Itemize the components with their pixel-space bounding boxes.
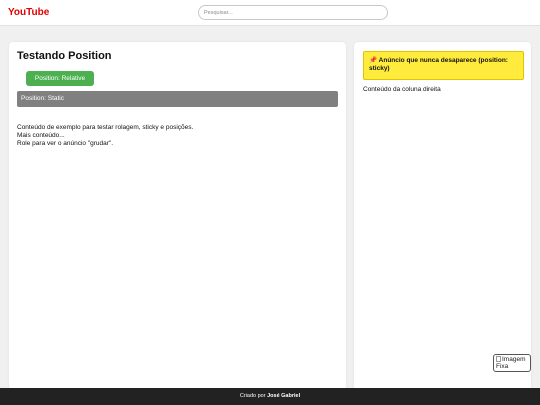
footer: Criado por José Gabriel	[0, 388, 540, 405]
sidebar-text: Conteúdo da coluna direita	[363, 86, 441, 93]
static-position-box: Position: Static	[17, 91, 338, 107]
site-logo[interactable]: YouTube	[8, 7, 49, 18]
main-content: Testando Position Position: Relative Pos…	[9, 42, 346, 390]
search-input[interactable]	[198, 5, 388, 20]
sticky-ad[interactable]: 📌 Anúncio que nunca desaparece (position…	[363, 51, 524, 80]
fixed-image[interactable]: Imagem Fixa	[493, 354, 531, 372]
right-sidebar: 📌 Anúncio que nunca desaparece (position…	[354, 42, 531, 390]
content-line: Mais conteúdo...	[17, 132, 65, 139]
relative-position-box: Position: Relative	[26, 71, 94, 86]
content-line: Role para ver o anúncio "grudar".	[17, 140, 114, 147]
content-line: Conteúdo de exemplo para testar rolagem,…	[17, 124, 194, 131]
footer-author: José Gabriel	[267, 393, 301, 399]
page-title: Testando Position	[17, 50, 112, 62]
broken-image-icon	[496, 356, 501, 362]
main-text-block: Conteúdo de exemplo para testar rolagem,…	[17, 124, 337, 148]
footer-prefix: Criado por	[239, 393, 268, 399]
top-navbar: YouTube	[0, 0, 540, 26]
